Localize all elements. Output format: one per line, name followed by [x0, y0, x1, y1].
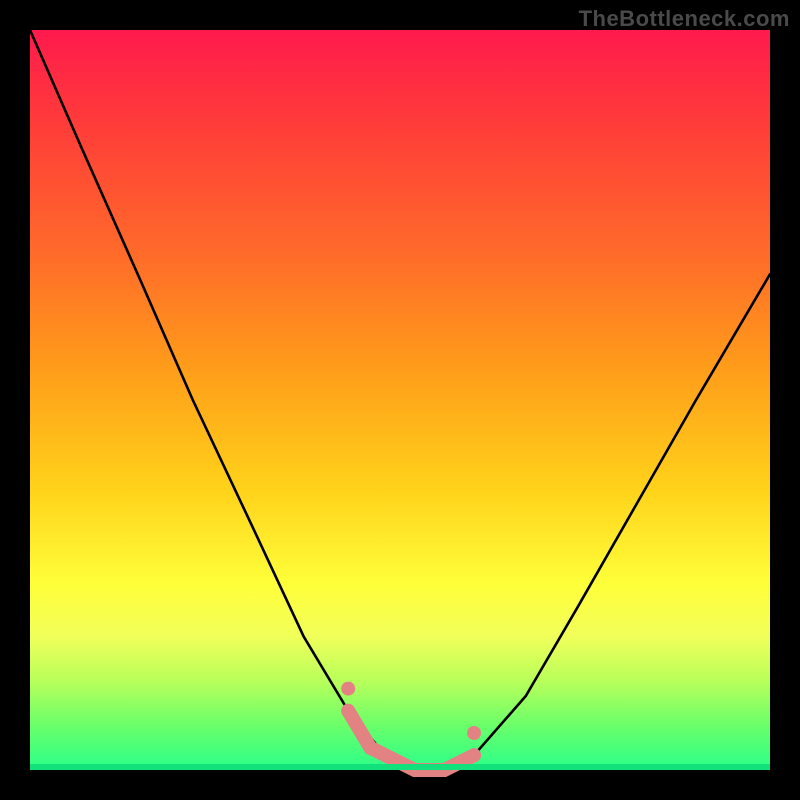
watermark-text: TheBottleneck.com	[579, 6, 790, 32]
highlight-dot	[341, 682, 355, 696]
highlight-dot	[363, 741, 377, 755]
highlight-segment-path	[348, 711, 474, 770]
highlight-dot	[467, 726, 481, 740]
highlight-dot	[467, 748, 481, 762]
bottleneck-curve-path	[30, 30, 770, 770]
highlight-dot	[341, 704, 355, 718]
plot-area	[30, 30, 770, 770]
chart-frame: TheBottleneck.com	[0, 0, 800, 800]
chart-svg	[30, 30, 770, 770]
